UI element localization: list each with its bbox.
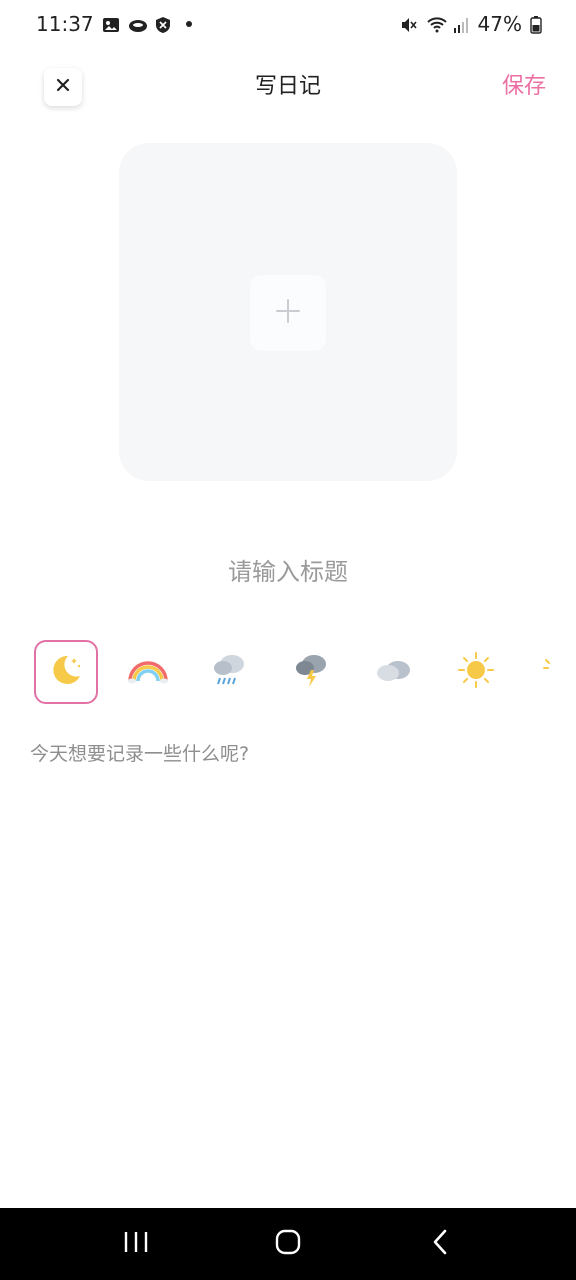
header: 写日记 保存: [0, 52, 576, 116]
recent-apps-icon: [123, 1230, 149, 1258]
weather-option-rainbow[interactable]: [116, 640, 180, 704]
plus-icon: [275, 298, 301, 328]
content-input[interactable]: [30, 740, 546, 1160]
status-bar: 11:37 47%: [0, 0, 576, 48]
gallery-icon: [102, 15, 120, 33]
navigation-bar: [0, 1208, 576, 1280]
mute-icon: [400, 15, 418, 33]
save-button[interactable]: 保存: [502, 68, 546, 100]
battery-percentage: 47%: [477, 12, 522, 36]
notification-dot: [185, 21, 192, 27]
recent-apps-button[interactable]: [106, 1219, 166, 1269]
weather-option-thunderstorm[interactable]: [280, 640, 344, 704]
wifi-icon: [426, 15, 447, 33]
status-left: 11:37: [36, 12, 192, 36]
rain-icon: [210, 650, 250, 694]
cloud-icon: [128, 15, 147, 33]
thunder-icon: [292, 650, 332, 694]
weather-option-sunny[interactable]: [444, 640, 508, 704]
partly-sunny-icon: [538, 650, 550, 694]
weather-option-moon[interactable]: [34, 640, 98, 704]
moon-icon: [46, 650, 86, 694]
weather-option-cloudy[interactable]: [362, 640, 426, 704]
back-button[interactable]: [410, 1219, 470, 1269]
cloud-weather-icon: [374, 655, 414, 689]
add-photo-button[interactable]: [250, 275, 326, 351]
shield-icon: [154, 15, 172, 33]
photo-picker[interactable]: [119, 143, 457, 481]
signal-icon: [452, 15, 470, 33]
weather-option-partly-sunny[interactable]: [526, 640, 550, 704]
home-icon: [274, 1228, 302, 1260]
page-title: 写日记: [254, 74, 321, 99]
title-input[interactable]: [88, 552, 488, 592]
sun-icon: [456, 650, 496, 694]
weather-selector: [34, 640, 550, 704]
weather-option-rain[interactable]: [198, 640, 262, 704]
status-time: 11:37: [36, 12, 94, 36]
home-button[interactable]: [258, 1219, 318, 1269]
rainbow-icon: [127, 655, 169, 689]
status-right: 47%: [400, 12, 548, 36]
battery-icon: [530, 15, 548, 34]
back-icon: [431, 1228, 449, 1260]
